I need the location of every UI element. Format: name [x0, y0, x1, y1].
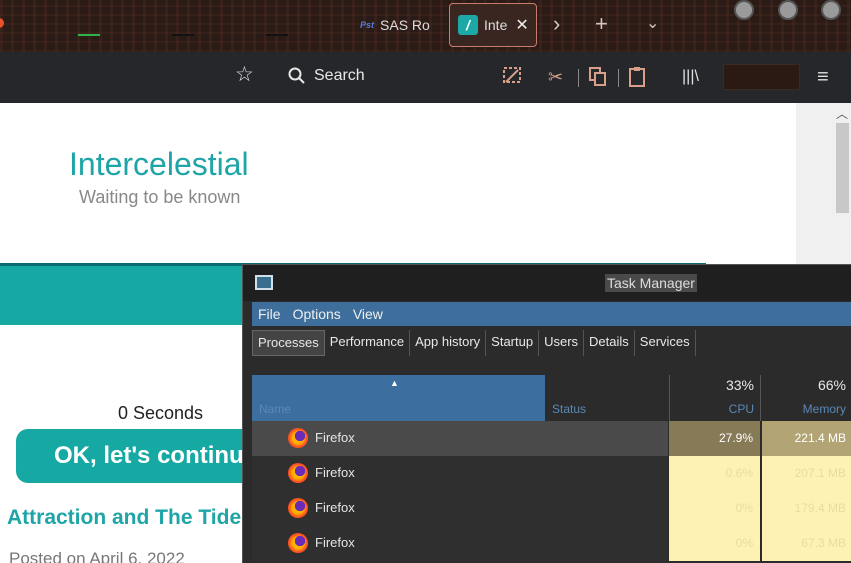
sort-ascending-icon: ▲ — [390, 378, 399, 388]
firefox-icon — [288, 498, 308, 518]
process-name-cell: Firefox — [252, 491, 668, 526]
new-tab-icon[interactable]: + — [595, 10, 608, 38]
desktop-screen: Pst SAS Ro / Inte ✕ › + ⌄ ☆ Search ✂ |||… — [0, 0, 851, 563]
process-table-header: ▲ Name Status 33% CPU 66% Memory — [252, 375, 851, 421]
tab-intercelestial[interactable]: / Inte ✕ — [449, 3, 537, 47]
cut-icon[interactable]: ✂ — [548, 66, 563, 88]
firefox-icon — [288, 428, 308, 448]
column-header-cpu[interactable]: 33% CPU — [669, 375, 760, 421]
close-window-icon[interactable] — [821, 0, 841, 20]
cpu-cell: 27.9% — [669, 421, 760, 456]
task-manager-app-icon — [255, 275, 273, 290]
column-header-status[interactable]: Status — [547, 375, 668, 421]
process-name-cell: Firefox — [252, 456, 668, 491]
tab-accent-line — [266, 34, 288, 36]
task-manager-menubar: File Options View — [252, 302, 851, 326]
table-row[interactable]: Firefox 0.6% 207.1 MB — [252, 456, 851, 491]
task-manager-title: Task Manager — [605, 274, 697, 292]
task-manager-tabs: Processes Performance App history Startu… — [252, 330, 851, 356]
cpu-cell: 0% — [669, 526, 760, 561]
column-header-memory[interactable]: 66% Memory — [760, 375, 851, 421]
tab-startup[interactable]: Startup — [486, 330, 540, 356]
tab-label: Inte — [484, 17, 508, 33]
tab-processes[interactable]: Processes — [252, 330, 325, 356]
search-label: Search — [314, 67, 365, 84]
tab-accent-line — [172, 34, 194, 36]
firefox-icon — [288, 533, 308, 553]
task-manager-titlebar[interactable]: Task Manager — [243, 265, 851, 301]
hamburger-menu-icon[interactable]: ≡ — [817, 66, 829, 88]
library-icon[interactable]: |||\ — [682, 66, 699, 88]
task-manager-window: Task Manager File Options View Processes… — [242, 264, 851, 563]
minimize-window-icon[interactable] — [734, 0, 754, 20]
maximize-window-icon[interactable] — [778, 0, 798, 20]
firefox-icon — [288, 463, 308, 483]
paste-icon[interactable] — [628, 66, 646, 93]
site-favicon-icon: / — [458, 15, 478, 35]
memory-cell: 221.4 MB — [762, 421, 851, 456]
table-row[interactable]: Firefox 27.9% 221.4 MB — [252, 421, 851, 456]
menu-file[interactable]: File — [252, 306, 287, 322]
tab-label: SAS Ro — [380, 17, 430, 33]
browser-tab-strip: Pst SAS Ro / Inte ✕ › + ⌄ — [0, 0, 851, 52]
column-header-name[interactable]: ▲ Name — [252, 375, 545, 421]
close-tab-icon[interactable]: ✕ — [515, 15, 528, 35]
search-icon — [288, 67, 305, 84]
cpu-cell: 0% — [669, 491, 760, 526]
tab-accent-line — [78, 34, 100, 36]
memory-cell: 179.4 MB — [762, 491, 851, 526]
countdown-text: 0 Seconds — [118, 403, 204, 423]
process-name-cell: Firefox — [252, 421, 668, 456]
tab-users[interactable]: Users — [539, 330, 585, 356]
cpu-cell: 0.6% — [669, 456, 760, 491]
cpu-total-percent: 33% — [725, 377, 754, 393]
tab-list-chevron-down-icon[interactable]: ⌄ — [646, 10, 659, 38]
table-row[interactable]: Firefox 0% 179.4 MB — [252, 491, 851, 526]
tab-indicator-dot — [0, 18, 4, 28]
menu-options[interactable]: Options — [287, 306, 347, 322]
bookmark-star-icon[interactable]: ☆ — [235, 64, 254, 86]
tab-sas[interactable]: Pst SAS Ro — [360, 3, 440, 47]
copy-icon[interactable] — [588, 66, 608, 93]
search-button[interactable]: Search — [288, 67, 365, 85]
tab-services[interactable]: Services — [635, 330, 696, 356]
tab-performance[interactable]: Performance — [325, 330, 411, 356]
tab-app-history[interactable]: App history — [410, 330, 487, 356]
site-title[interactable]: Intercelestial — [69, 146, 249, 183]
process-name-cell: Firefox — [252, 526, 668, 561]
scroll-tabs-right-icon[interactable]: › — [553, 10, 560, 38]
memory-cell: 207.1 MB — [762, 456, 851, 491]
memory-cell: 67.3 MB — [762, 526, 851, 561]
toolbar-divider — [578, 69, 579, 87]
menu-view[interactable]: View — [347, 306, 389, 322]
sas-favicon-icon: Pst — [360, 20, 375, 30]
account-area[interactable] — [723, 64, 800, 90]
memory-total-percent: 66% — [817, 377, 846, 393]
article-title[interactable]: Attraction and The Tide — [7, 506, 241, 530]
post-date: Posted on April 6, 2022 — [9, 549, 185, 563]
scrollbar-thumb[interactable] — [836, 123, 849, 213]
scroll-up-arrow-icon[interactable]: ︿ — [836, 105, 848, 122]
browser-toolbar: ☆ Search ✂ |||\ ≡ — [0, 52, 851, 103]
table-row[interactable]: Firefox 0% 67.3 MB — [252, 526, 851, 561]
screenshot-icon[interactable] — [502, 66, 524, 91]
site-tagline: Waiting to be known — [79, 187, 241, 207]
tab-details[interactable]: Details — [584, 330, 635, 356]
toolbar-divider — [618, 69, 619, 87]
